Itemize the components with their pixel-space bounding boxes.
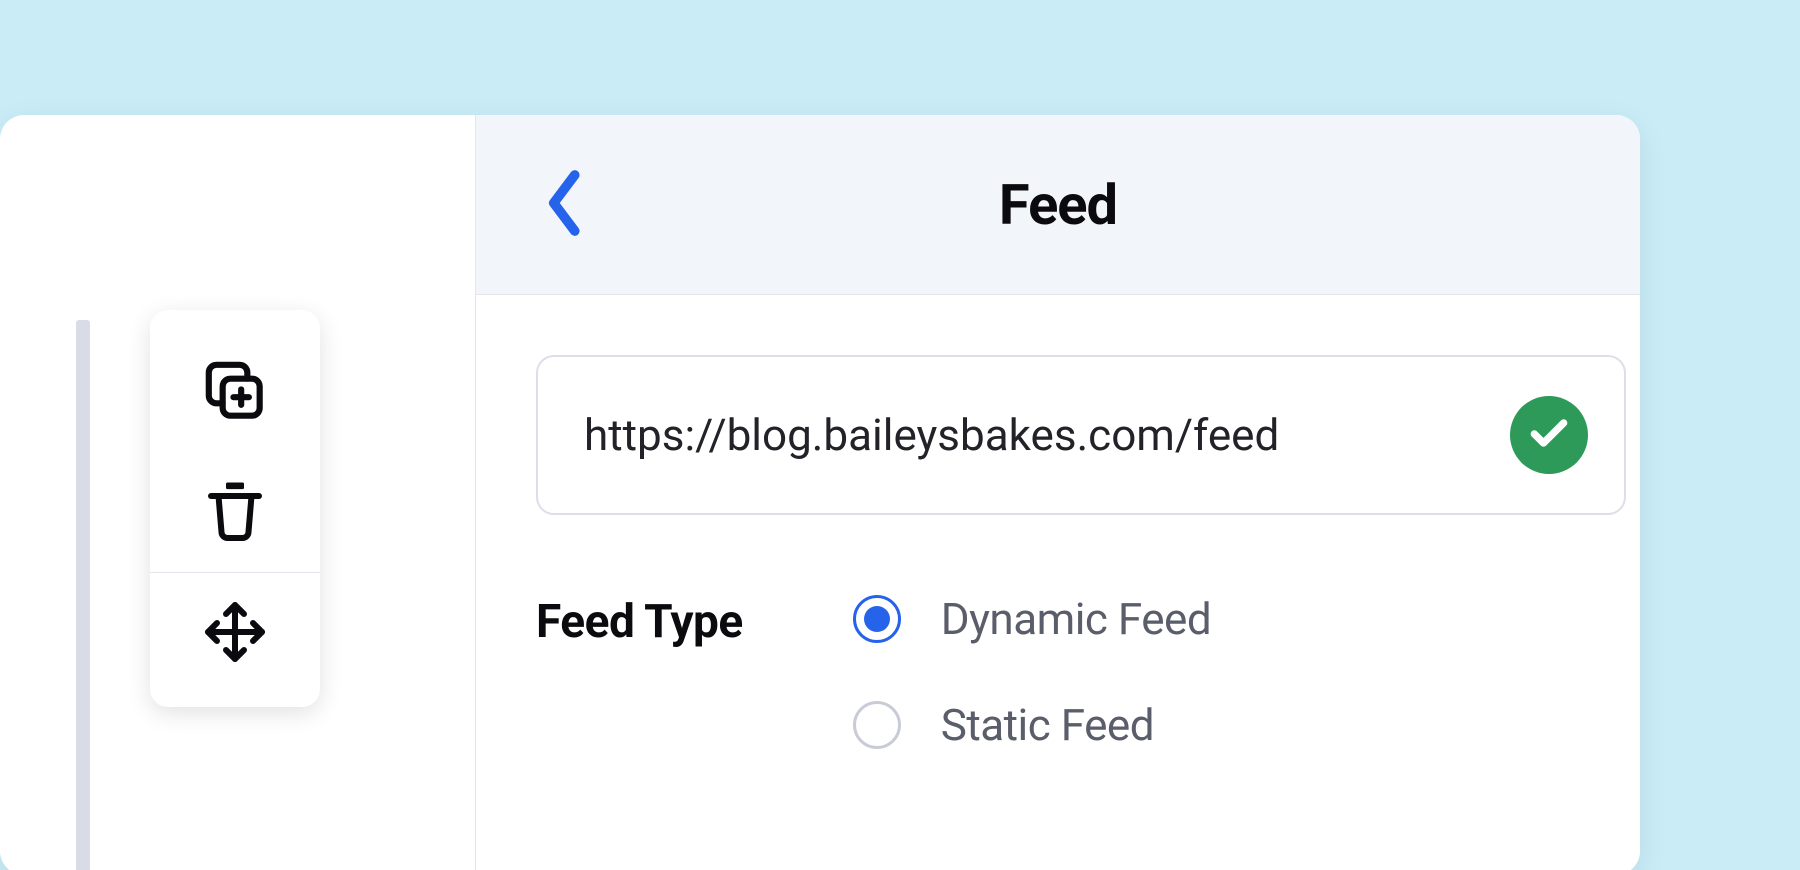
duplicate-icon [198,354,272,431]
duplicate-button[interactable] [150,332,320,452]
feed-type-option-dynamic[interactable]: Dynamic Feed [853,593,1212,645]
config-body: Feed Type Dynamic Feed Static Feed [476,295,1640,751]
feed-type-radio-group: Dynamic Feed Static Feed [853,593,1212,751]
canvas-selection-bar[interactable] [76,320,90,870]
feed-type-option-static[interactable]: Static Feed [853,699,1212,751]
radio-label: Static Feed [941,699,1154,751]
feed-url-field[interactable] [536,355,1626,515]
radio-indicator [853,701,901,749]
trash-icon [199,475,271,550]
valid-badge [1510,396,1588,474]
page-title: Feed [476,172,1640,238]
radio-label: Dynamic Feed [941,593,1212,645]
back-button[interactable] [536,165,596,245]
app-window: Feed Feed Type [0,115,1640,870]
config-header: Feed [476,115,1640,295]
element-toolbar [150,310,320,707]
feed-url-input[interactable] [584,409,1482,461]
delete-button[interactable] [150,452,320,572]
config-panel: Feed Feed Type [475,115,1640,870]
check-icon [1527,411,1571,459]
feed-type-section: Feed Type Dynamic Feed Static Feed [536,593,1580,751]
move-button[interactable] [150,573,320,693]
chevron-left-icon [544,168,588,241]
feed-type-label: Feed Type [536,593,743,649]
move-icon [199,596,271,671]
radio-indicator [853,595,901,643]
radio-dot-icon [864,606,890,632]
